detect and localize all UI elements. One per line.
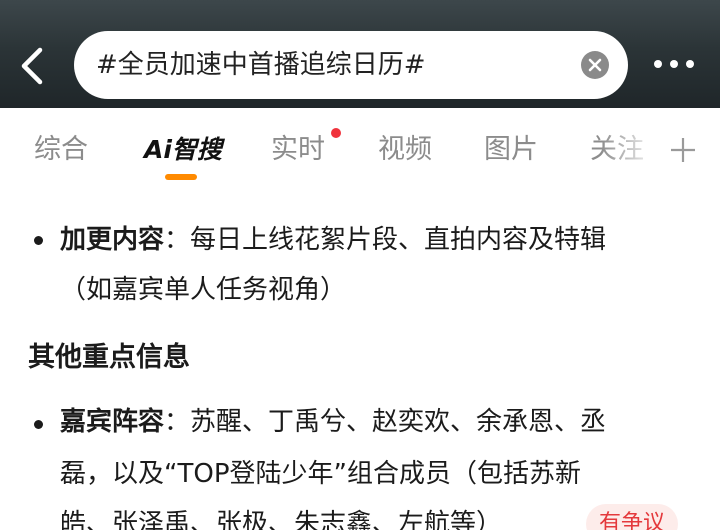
list-item: 加更内容：每日上线花絮片段、直拍内容及特辑: [60, 220, 606, 260]
more-dots-icon[interactable]: [652, 56, 696, 72]
item-text-continued: 皓、张泽禹、张极、朱志鑫、左航等）: [60, 509, 503, 530]
search-header: #全员加速中首播追综日历#: [0, 0, 720, 108]
tab-realtime[interactable]: 实时: [271, 130, 325, 170]
dispute-badge[interactable]: 有争议: [586, 504, 678, 530]
item-text-continued: （如嘉宾单人任务视角）: [60, 275, 347, 305]
item-term: 加更内容: [60, 225, 165, 255]
item-text-continued: 磊，以及“TOP登陆少年”组合成员（包括苏新: [60, 459, 581, 489]
tab-fade-overlay: [600, 108, 660, 190]
search-input[interactable]: #全员加速中首播追综日历#: [74, 31, 628, 99]
ai-answer-content: 加更内容：每日上线花絮片段、直拍内容及特辑 （如嘉宾单人任务视角） 其他重点信息…: [0, 190, 720, 530]
bullet-dot: [34, 236, 43, 245]
plus-icon[interactable]: [668, 135, 698, 165]
item-text: ：每日上线花絮片段、直拍内容及特辑: [164, 225, 607, 255]
list-item: 嘉宾阵容：苏醒、丁禹兮、赵奕欢、余承恩、丞: [60, 402, 606, 442]
section-title: 其他重点信息: [28, 342, 190, 373]
item-term: 嘉宾阵容: [60, 407, 165, 437]
bullet-dot: [34, 420, 43, 429]
tab-bar: 综合 Ai智搜 实时 视频 图片 关注: [0, 108, 720, 190]
clear-icon[interactable]: [581, 51, 609, 79]
search-query-text: #全员加速中首播追综日历#: [96, 50, 426, 80]
new-update-dot: [331, 128, 341, 138]
active-tab-indicator: [165, 174, 197, 180]
chevron-left-icon[interactable]: [14, 44, 50, 88]
tab-video[interactable]: 视频: [378, 130, 432, 170]
tab-ai-search[interactable]: Ai智搜: [144, 130, 222, 170]
tab-overview[interactable]: 综合: [34, 130, 88, 170]
tab-images[interactable]: 图片: [484, 130, 538, 170]
item-text: ：苏醒、丁禹兮、赵奕欢、余承恩、丞: [164, 407, 607, 437]
